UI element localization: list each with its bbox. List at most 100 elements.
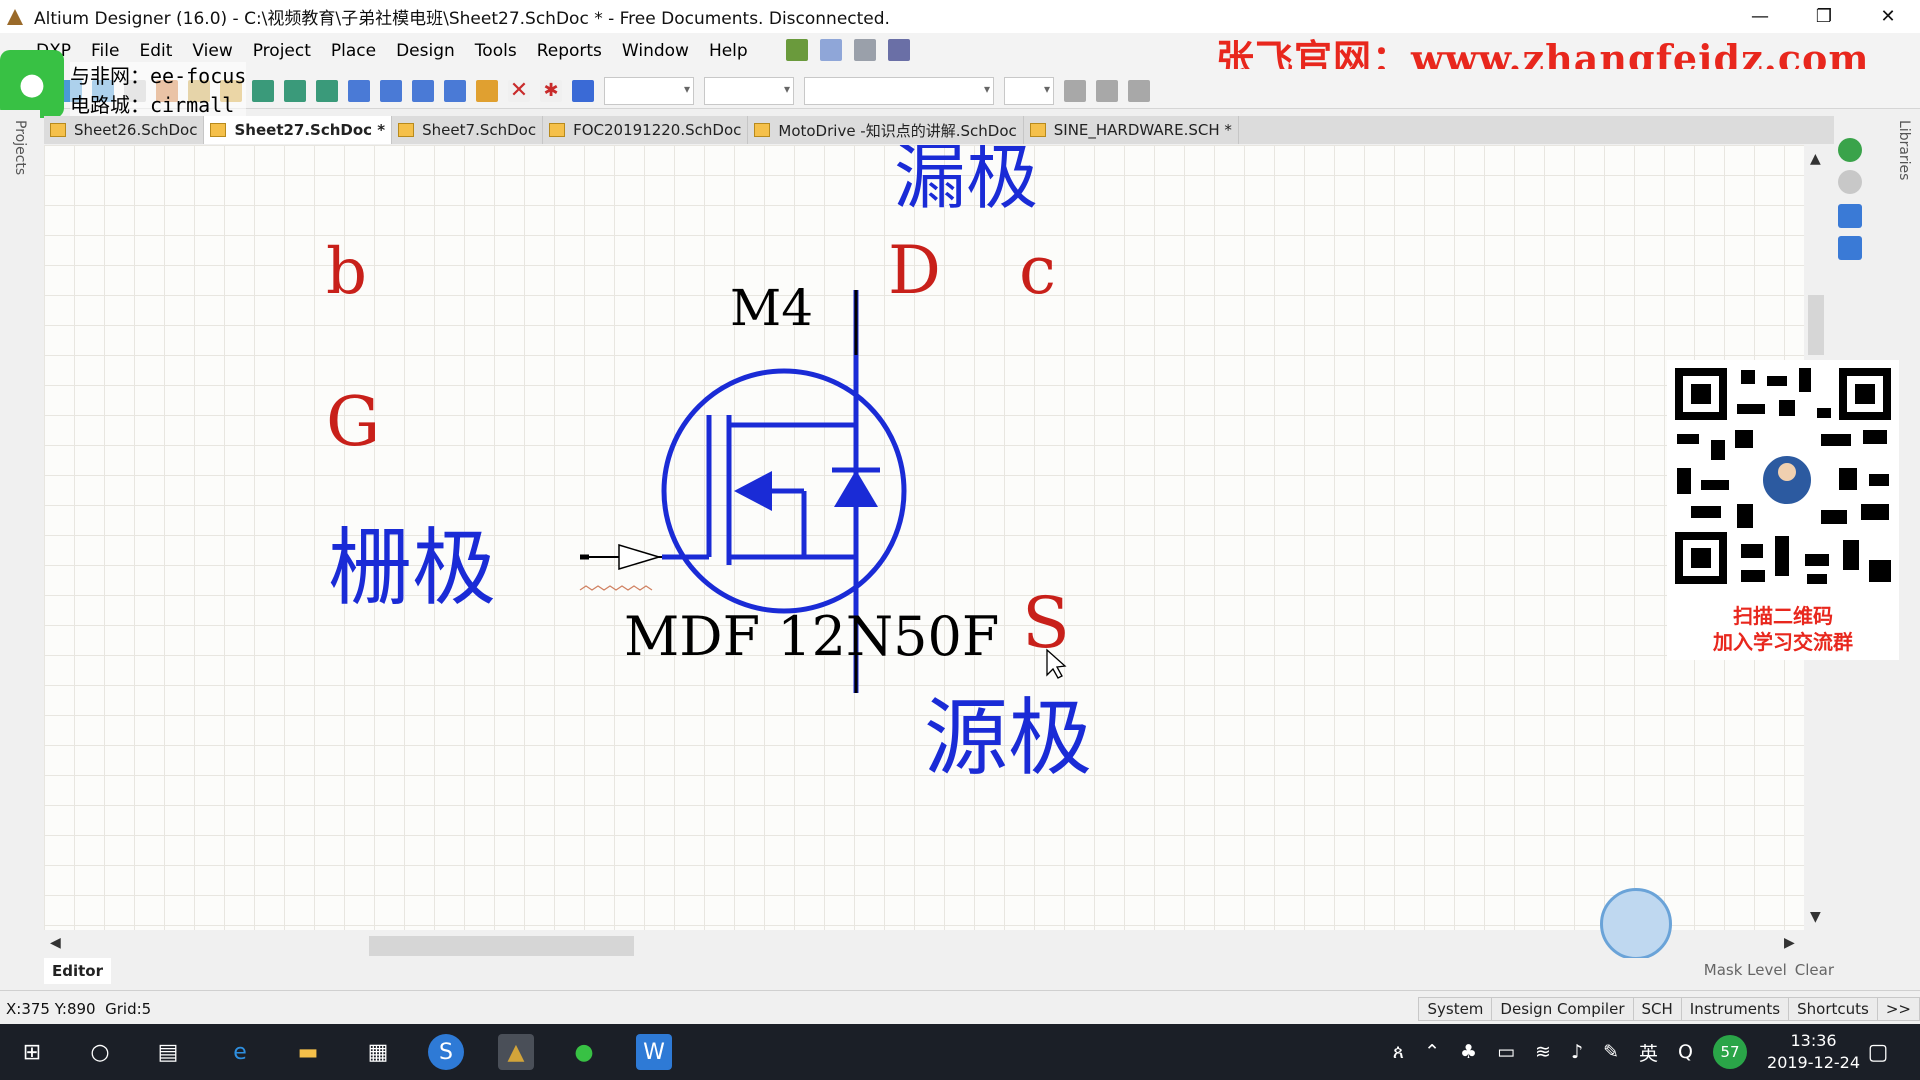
panel-more-button[interactable]: >> [1876, 997, 1920, 1021]
task-view-icon[interactable]: ▤ [150, 1034, 186, 1070]
horizontal-scrollbar[interactable]: ◀ ▶ [44, 930, 1814, 960]
qr-caption-2: 加入学习交流群 [1713, 630, 1853, 654]
schdoc-icon [549, 123, 566, 137]
panel-shortcuts-button[interactable]: Shortcuts [1788, 997, 1878, 1021]
search-icon[interactable]: ○ [82, 1034, 118, 1070]
projects-panel-strip: Projects [0, 110, 40, 980]
volume-icon[interactable]: ♪ [1571, 1041, 1583, 1063]
wechat-taskbar-icon[interactable]: ● [566, 1034, 602, 1070]
menu-design[interactable]: Design [386, 41, 465, 61]
battery-indicator[interactable]: 57 [1713, 1035, 1748, 1069]
schdoc-icon [50, 123, 66, 137]
no-erc-icon[interactable]: ✕ [508, 80, 530, 102]
panel-instruments-button[interactable]: Instruments [1680, 997, 1790, 1021]
filter-combo-3[interactable] [804, 77, 994, 105]
device-sheet-icon[interactable] [348, 80, 370, 102]
refresh-icon[interactable] [1838, 236, 1862, 260]
power-port-icon[interactable] [854, 39, 876, 61]
filter-combo-1[interactable] [604, 77, 694, 105]
gate-cn-label: 栅极 [328, 519, 496, 617]
qr-code-icon [1675, 368, 1891, 584]
menu-place[interactable]: Place [321, 41, 386, 61]
menu-view[interactable]: View [182, 41, 242, 61]
pin-s-label: S [1022, 582, 1070, 664]
clock[interactable]: 13:36 2019-12-24 [1767, 1030, 1860, 1074]
assistant-avatar-icon[interactable] [1600, 888, 1672, 960]
wifi-icon[interactable]: ≋ [1535, 1041, 1551, 1063]
power-icon[interactable]: ▭ [1497, 1041, 1515, 1063]
start-icon[interactable]: ⊞ [14, 1034, 50, 1070]
pen-tray-icon[interactable]: ✎ [1603, 1041, 1619, 1063]
home-icon[interactable] [1838, 204, 1862, 228]
projects-panel-tab[interactable]: Projects [12, 120, 28, 175]
align-tool-icon[interactable] [820, 39, 842, 61]
line-style-icon[interactable] [1064, 80, 1086, 102]
panel-system-button[interactable]: System [1418, 997, 1493, 1021]
pin-b-label: b [326, 235, 367, 309]
menu-help[interactable]: Help [699, 41, 758, 61]
menu-window[interactable]: Window [612, 41, 699, 61]
schematic-canvas[interactable]: 漏极 b D c M4 G 栅极 MDF 12N50F S 源极 [44, 145, 1814, 930]
tab-sheet26[interactable]: Sheet26.SchDoc [44, 116, 205, 144]
mask-level-link[interactable]: Mask Level [1704, 961, 1787, 979]
horizontal-scroll-thumb[interactable] [369, 936, 634, 956]
word-icon[interactable]: W [636, 1034, 672, 1070]
tab-foc20191220[interactable]: FOC20191220.SchDoc [543, 116, 749, 144]
signal-harness-icon[interactable] [444, 80, 466, 102]
back-icon[interactable] [1838, 138, 1862, 162]
window-title: Altium Designer (16.0) - C:\视频教育\子弟社模电班\… [34, 9, 890, 29]
file-explorer-icon[interactable]: ▬ [290, 1034, 326, 1070]
pen-icon[interactable] [572, 80, 594, 102]
compile-mask-icon[interactable]: ✱ [540, 80, 562, 102]
filter-combo-4[interactable] [1004, 77, 1054, 105]
scroll-up-icon[interactable]: ▲ [1810, 151, 1821, 167]
document-tabs: Sheet26.SchDoc Sheet27.SchDoc * Sheet7.S… [44, 116, 1834, 144]
sheet-entry-icon[interactable] [316, 80, 338, 102]
menu-file[interactable]: File [81, 41, 129, 61]
altium-taskbar-icon[interactable]: ▲ [498, 1034, 534, 1070]
qr-card: 扫描二维码 加入学习交流群 [1667, 360, 1899, 660]
forward-icon[interactable] [1838, 170, 1862, 194]
scroll-left-icon[interactable]: ◀ [50, 935, 61, 951]
menu-project[interactable]: Project [243, 41, 321, 61]
tab-sheet27[interactable]: Sheet27.SchDoc * [204, 116, 393, 144]
menu-reports[interactable]: Reports [527, 41, 612, 61]
panel-design-compiler-button[interactable]: Design Compiler [1491, 997, 1634, 1021]
dash-style-icon[interactable] [1096, 80, 1118, 102]
offsheet-icon[interactable] [476, 80, 498, 102]
clear-link[interactable]: Clear [1795, 961, 1834, 979]
harness-entry-icon[interactable] [412, 80, 434, 102]
tray-expand-icon[interactable]: ⌃ [1424, 1041, 1440, 1063]
sogou-icon[interactable]: S [428, 1034, 464, 1070]
panel-sch-button[interactable]: SCH [1632, 997, 1682, 1021]
edge-icon[interactable]: e [222, 1034, 258, 1070]
pin-g-label: G [326, 383, 380, 462]
libraries-panel-tab[interactable]: Libraries [1896, 120, 1912, 180]
qq-icon[interactable]: Q [1678, 1041, 1693, 1063]
harness-icon[interactable] [380, 80, 402, 102]
body-diode-icon [834, 470, 878, 507]
menu-edit[interactable]: Edit [129, 41, 182, 61]
scroll-right-icon[interactable]: ▶ [1784, 935, 1795, 951]
notifications-icon[interactable]: ▢ [1860, 1034, 1896, 1070]
people-icon[interactable]: ጰ [1393, 1041, 1404, 1063]
tab-sheet7[interactable]: Sheet7.SchDoc [392, 116, 544, 144]
tab-sine-hardware[interactable]: SINE_HARDWARE.SCH * [1024, 116, 1239, 144]
editor-tab[interactable]: Editor [44, 958, 111, 984]
vertical-scroll-thumb[interactable] [1808, 295, 1824, 355]
schdoc-icon [398, 123, 415, 137]
sheet-symbol-icon[interactable] [284, 80, 306, 102]
filter-combo-2[interactable] [704, 77, 794, 105]
grid-icon[interactable] [888, 39, 910, 61]
tab-motodrive[interactable]: MotoDrive -知识点的讲解.SchDoc [748, 116, 1024, 144]
menu-tools[interactable]: Tools [465, 41, 527, 61]
wiring-tool-icon[interactable] [786, 39, 808, 61]
arrow-style-icon[interactable] [1128, 80, 1150, 102]
source-cn-label: 源极 [924, 689, 1092, 787]
part-icon[interactable] [252, 80, 274, 102]
calculator-icon[interactable]: ▦ [360, 1034, 396, 1070]
error-squiggle [579, 585, 653, 591]
tray-app-icon[interactable]: ♣ [1460, 1041, 1477, 1063]
ime-indicator[interactable]: 英 [1639, 1039, 1658, 1066]
scroll-down-icon[interactable]: ▼ [1810, 909, 1821, 925]
